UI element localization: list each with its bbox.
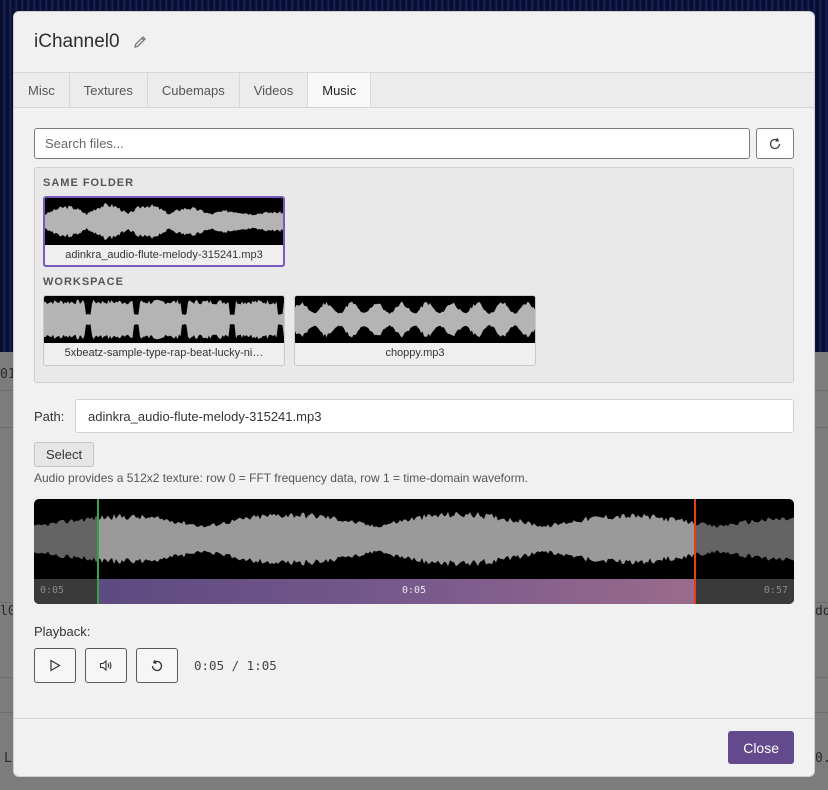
dialog-header: iChannel0 <box>14 12 814 73</box>
select-button[interactable]: Select <box>34 442 95 467</box>
path-input[interactable] <box>75 399 794 433</box>
play-icon <box>50 659 61 672</box>
waveform-thumbnail <box>45 198 283 245</box>
time-start: 0:05 <box>40 585 65 596</box>
restart-button[interactable] <box>136 648 178 683</box>
playback-label: Playback: <box>34 624 91 639</box>
loop-start-marker[interactable] <box>97 499 99 604</box>
file-name: adinkra_audio-flute-melody-315241.mp3 <box>65 249 263 261</box>
file-name: choppy.mp3 <box>385 347 445 359</box>
section-label-workspace: WORKSPACE <box>43 276 124 288</box>
search-input[interactable] <box>34 128 750 159</box>
source-tabs: Misc Textures Cubemaps Videos Music <box>14 73 814 108</box>
tab-music[interactable]: Music <box>308 73 372 107</box>
pencil-icon[interactable] <box>132 34 148 50</box>
tab-cubemaps[interactable]: Cubemaps <box>148 73 240 107</box>
playback-time: 0:05 / 1:05 <box>194 658 277 673</box>
waveform-thumbnail <box>295 296 535 343</box>
dialog-footer: Close <box>14 718 814 776</box>
file-card-rap-beat[interactable]: 5xbeatz-sample-type-rap-beat-lucky-ni… <box>43 295 285 366</box>
path-label: Path: <box>34 408 65 424</box>
audio-hint: Audio provides a 512x2 texture: row 0 = … <box>34 471 529 485</box>
file-card-choppy[interactable]: choppy.mp3 <box>294 295 536 366</box>
loop-region <box>98 579 696 604</box>
background-text: dd <box>815 604 828 619</box>
timeline-bar[interactable]: 0:05 0:05 0:57 <box>34 579 794 604</box>
refresh-icon <box>769 137 781 149</box>
refresh-button[interactable] <box>756 128 794 159</box>
time-end: 0:57 <box>763 585 788 596</box>
waveform-editor[interactable]: 0:05 0:05 0:57 <box>34 499 794 604</box>
loop-end-marker[interactable] <box>694 499 696 604</box>
dialog-title: iChannel0 <box>34 31 120 52</box>
play-button[interactable] <box>34 648 76 683</box>
close-button[interactable]: Close <box>728 731 794 764</box>
restart-icon <box>151 659 163 671</box>
time-current: 0:05 <box>401 585 427 596</box>
volume-icon <box>99 659 111 672</box>
channel-dialog: iChannel0 Misc Textures Cubemaps Videos … <box>13 11 815 777</box>
background-text: 0. <box>815 751 828 766</box>
tab-textures[interactable]: Textures <box>70 73 148 107</box>
waveform-display <box>34 499 794 579</box>
file-browser: SAME FOLDER adinkra_audio-flute-melody-3… <box>34 167 794 383</box>
tab-videos[interactable]: Videos <box>240 73 309 107</box>
volume-button[interactable] <box>85 648 127 683</box>
tab-misc[interactable]: Misc <box>14 73 70 107</box>
file-name: 5xbeatz-sample-type-rap-beat-lucky-ni… <box>64 347 264 359</box>
file-card-flute-melody[interactable]: adinkra_audio-flute-melody-315241.mp3 <box>43 196 285 267</box>
waveform-thumbnail <box>44 296 284 343</box>
section-label-same-folder: SAME FOLDER <box>43 177 135 189</box>
